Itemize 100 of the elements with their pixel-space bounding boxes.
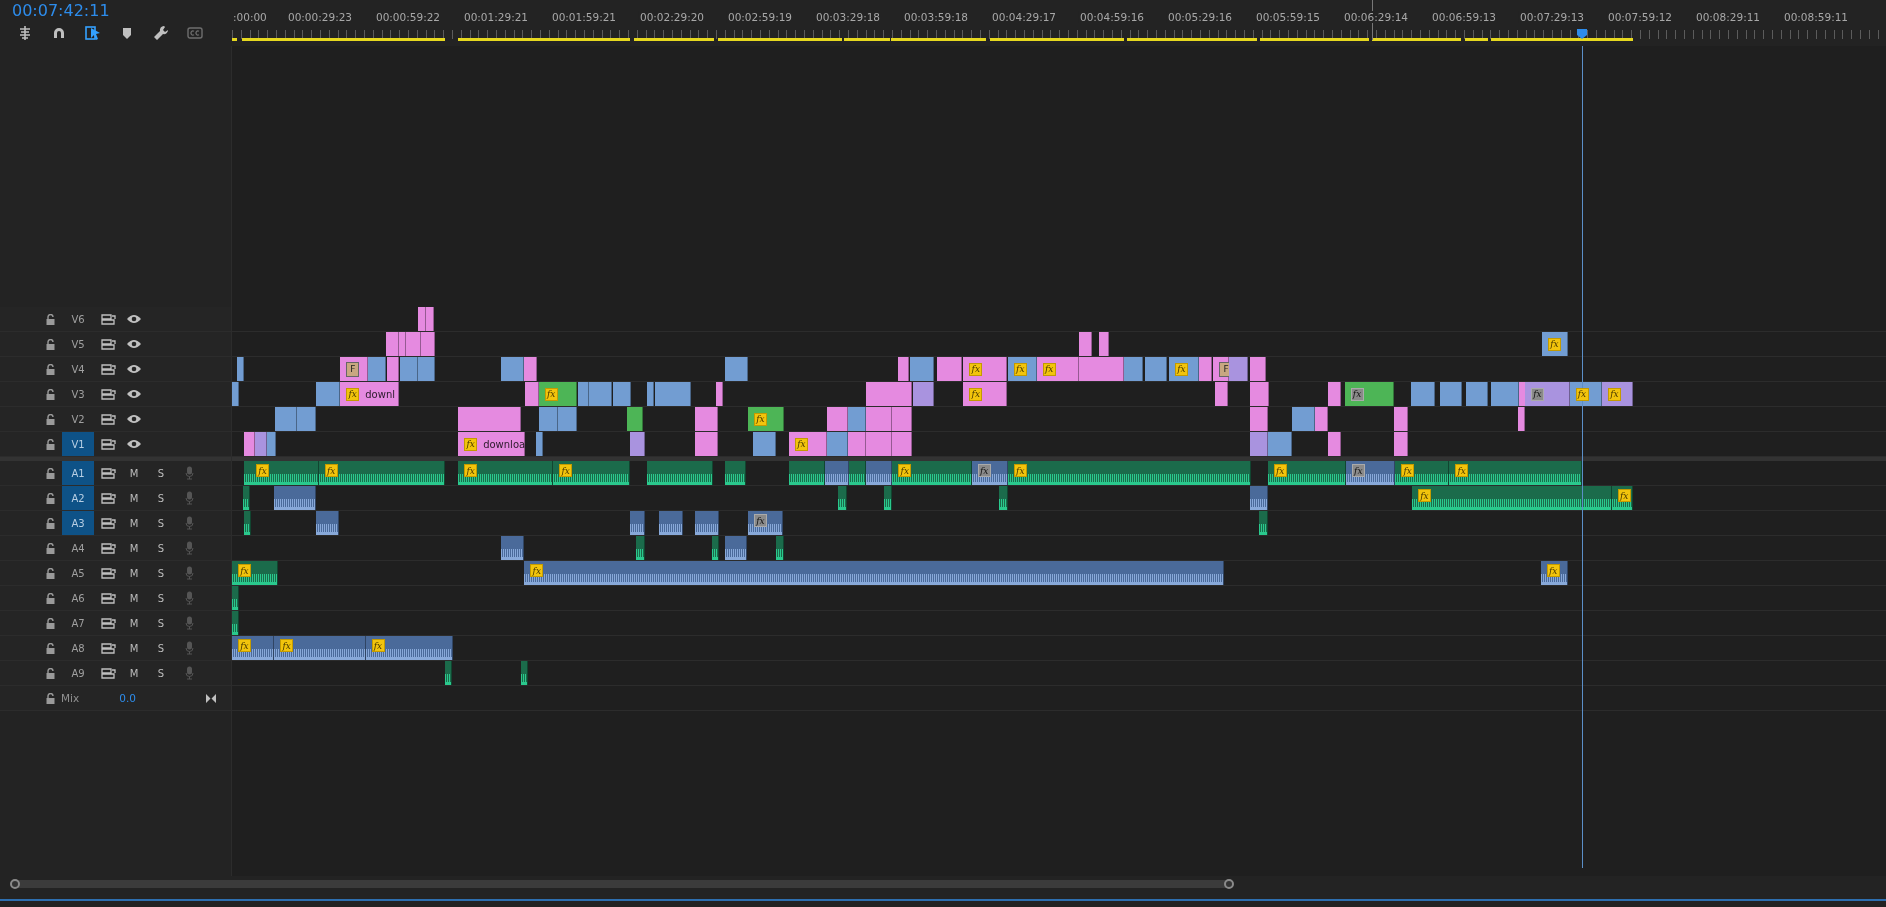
solo-button[interactable]: S <box>155 592 167 604</box>
track-output-icon[interactable] <box>101 413 116 425</box>
video-clip[interactable] <box>613 382 632 406</box>
video-clip[interactable] <box>892 432 912 456</box>
audio-clip[interactable] <box>646 461 714 485</box>
video-clip[interactable] <box>1199 357 1213 381</box>
audio-clip[interactable] <box>501 536 525 560</box>
audio-clip[interactable] <box>775 536 785 560</box>
track-output-icon[interactable] <box>101 617 116 629</box>
mute-button[interactable]: M <box>128 567 140 579</box>
eye-icon[interactable] <box>126 439 142 449</box>
audio-clip[interactable]: fx <box>250 461 319 485</box>
video-clip[interactable] <box>418 307 426 331</box>
video-clip[interactable] <box>1291 407 1315 431</box>
audio-clip[interactable] <box>232 586 239 610</box>
solo-button[interactable]: S <box>155 567 167 579</box>
audio-clip[interactable]: fx <box>1540 561 1569 585</box>
video-clip[interactable] <box>589 382 613 406</box>
track-target-button[interactable]: A4 <box>62 536 94 560</box>
video-clip[interactable] <box>892 407 912 431</box>
audio-clip[interactable] <box>725 536 747 560</box>
solo-button[interactable]: S <box>155 492 167 504</box>
video-clip[interactable] <box>1466 382 1488 406</box>
video-clip[interactable]: fx downloa <box>458 432 526 456</box>
track-target-button[interactable]: A2 <box>62 486 94 510</box>
track-output-icon[interactable] <box>101 467 116 479</box>
track-target-button[interactable]: A7 <box>62 611 94 635</box>
track-output-icon[interactable] <box>101 667 116 679</box>
video-clip[interactable] <box>1214 382 1228 406</box>
collapse-icon[interactable] <box>205 693 216 703</box>
eye-icon[interactable] <box>126 364 142 374</box>
track-target-button[interactable]: A5 <box>62 561 94 585</box>
video-clip[interactable] <box>695 432 718 456</box>
video-clip[interactable] <box>536 432 544 456</box>
audio-clip[interactable] <box>725 461 746 485</box>
video-clip[interactable] <box>1491 382 1519 406</box>
audio-clip[interactable] <box>636 536 645 560</box>
audio-clip[interactable]: fx <box>971 461 1008 485</box>
video-clip[interactable] <box>715 382 723 406</box>
video-clip[interactable] <box>316 382 341 406</box>
solo-button[interactable]: S <box>155 517 167 529</box>
solo-button[interactable]: S <box>155 642 167 654</box>
video-clip[interactable] <box>1124 357 1143 381</box>
solo-button[interactable]: S <box>155 542 167 554</box>
video-clip[interactable] <box>827 407 848 431</box>
audio-clip[interactable] <box>1259 511 1268 535</box>
audio-clip[interactable] <box>824 461 849 485</box>
video-clip[interactable]: fx <box>1541 332 1569 356</box>
track-output-icon[interactable] <box>101 492 116 504</box>
audio-clip[interactable]: fx <box>458 461 554 485</box>
video-clip[interactable] <box>1144 357 1167 381</box>
eye-icon[interactable] <box>126 339 142 349</box>
video-clip[interactable]: fx <box>1036 357 1079 381</box>
audio-clip[interactable] <box>232 611 239 635</box>
video-clip[interactable]: fx <box>788 432 828 456</box>
audio-clip[interactable]: fx <box>1345 461 1396 485</box>
track-output-icon[interactable] <box>101 363 116 375</box>
video-clip[interactable] <box>1410 382 1435 406</box>
video-clip[interactable] <box>266 432 277 456</box>
video-clip[interactable] <box>236 357 244 381</box>
video-clip[interactable] <box>1393 432 1409 456</box>
video-clip[interactable] <box>1327 432 1341 456</box>
track-output-icon[interactable] <box>101 642 116 654</box>
timecode[interactable]: 00:07:42:11 <box>0 0 110 23</box>
video-clip[interactable] <box>1249 432 1268 456</box>
track-output-icon[interactable] <box>101 542 116 554</box>
video-clip[interactable] <box>936 357 963 381</box>
video-clip[interactable]: fx <box>963 357 1007 381</box>
video-clip[interactable] <box>1393 407 1409 431</box>
mute-button[interactable]: M <box>128 592 140 604</box>
video-clip[interactable] <box>865 432 893 456</box>
track-target-button[interactable]: V5 <box>62 332 94 356</box>
audio-clip[interactable]: fx <box>1411 486 1612 510</box>
track-output-icon[interactable] <box>101 567 116 579</box>
video-clip[interactable] <box>578 382 590 406</box>
audio-clip[interactable]: fx <box>1611 486 1634 510</box>
video-clip[interactable] <box>1229 357 1249 381</box>
video-clip[interactable] <box>655 382 692 406</box>
video-clip[interactable] <box>1099 332 1109 356</box>
mix-volume-value[interactable]: 0.0 <box>119 692 136 704</box>
audio-clip[interactable] <box>242 486 250 510</box>
audio-clip[interactable] <box>274 486 317 510</box>
video-clip[interactable] <box>1249 407 1268 431</box>
magnet-icon[interactable] <box>51 25 67 41</box>
audio-clip[interactable]: fx <box>318 461 445 485</box>
linked-selection-icon[interactable] <box>85 25 101 41</box>
track-target-button[interactable]: A8 <box>62 636 94 660</box>
audio-clip[interactable] <box>695 511 720 535</box>
video-clip[interactable] <box>557 407 578 431</box>
audio-clip[interactable] <box>659 511 684 535</box>
audio-clip[interactable]: fx <box>232 561 278 585</box>
video-clip[interactable] <box>626 407 644 431</box>
nest-sequence-icon[interactable] <box>17 25 33 41</box>
video-clip[interactable] <box>1078 332 1092 356</box>
audio-clip[interactable] <box>444 661 452 685</box>
video-clip[interactable] <box>827 432 848 456</box>
video-clip[interactable] <box>910 357 935 381</box>
mute-button[interactable]: M <box>128 667 140 679</box>
mute-button[interactable]: M <box>128 492 140 504</box>
track-output-icon[interactable] <box>101 517 116 529</box>
